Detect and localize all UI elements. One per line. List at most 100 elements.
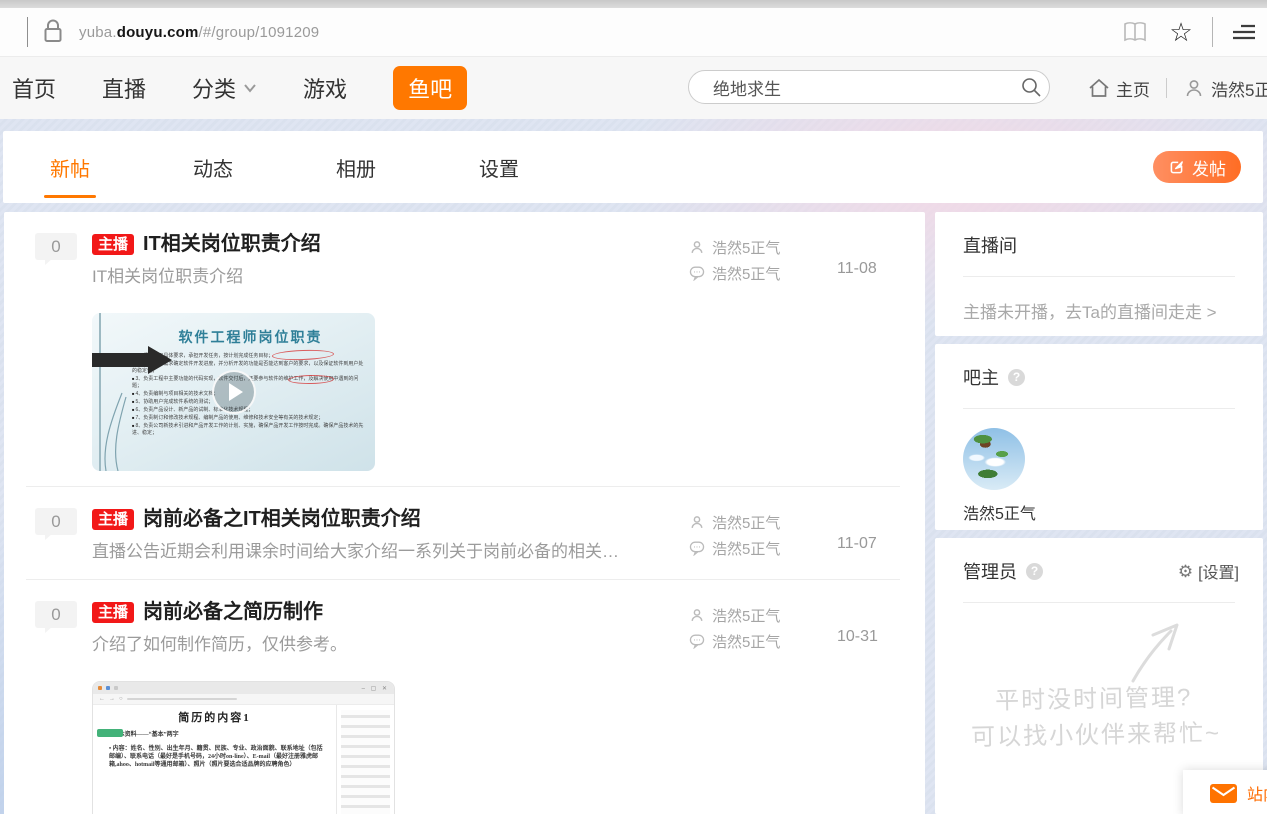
bar-owner-title: 吧主 bbox=[963, 364, 999, 390]
admin-empty-text: 平时没时间管理? bbox=[995, 677, 1193, 715]
admin-title: 管理员 bbox=[963, 558, 1017, 584]
nav-item-yuba-label: 鱼吧 bbox=[408, 72, 452, 104]
url-subdomain: yuba. bbox=[79, 24, 117, 41]
tab-new-posts[interactable]: 新帖 bbox=[50, 145, 90, 190]
slide-bullet: 6、负责产品设计、新产品的试制、标准化技术规程； bbox=[132, 406, 367, 414]
url-domain: douyu.com bbox=[117, 24, 199, 41]
thumb-browser-addressbar: ←→○ bbox=[93, 694, 394, 705]
post-video-thumbnail[interactable]: 软件工程师岗位职责 1、根据项目具体要求，承担开发任务，按计划完成任务目标； 2… bbox=[92, 313, 375, 471]
live-badge: 主播 bbox=[92, 234, 134, 255]
favorites-star-icon[interactable]: ☆ bbox=[1166, 17, 1196, 47]
comment-icon bbox=[689, 633, 705, 649]
nav-item-games[interactable]: 游戏 bbox=[303, 72, 347, 104]
live-room-title: 直播间 bbox=[963, 232, 1235, 258]
create-post-label: 发帖 bbox=[1192, 155, 1226, 180]
lock-icon[interactable] bbox=[41, 17, 65, 47]
author-icon bbox=[689, 514, 705, 530]
post-date: 10-31 bbox=[837, 599, 925, 646]
slide-decoration bbox=[92, 313, 142, 471]
address-bar[interactable]: yuba.douyu.com/#/group/1091209 ☆ bbox=[0, 8, 1267, 57]
reading-list-icon[interactable] bbox=[1120, 17, 1150, 47]
home-icon[interactable] bbox=[1088, 77, 1110, 99]
reply-count-bubble: 0 bbox=[35, 233, 77, 260]
search-input[interactable] bbox=[689, 77, 1013, 97]
thumb-doc-title: 简历的内容1 bbox=[101, 709, 328, 725]
post-author[interactable]: 浩然5正气 bbox=[712, 605, 780, 626]
last-replier[interactable]: 浩然5正气 bbox=[712, 538, 780, 559]
chevron-down-icon bbox=[243, 83, 257, 93]
reply-count-bubble: 0 bbox=[35, 508, 77, 535]
play-button-icon[interactable] bbox=[212, 370, 256, 414]
thumb-doc-line: • 基本资料——“基本”两字 bbox=[109, 731, 328, 739]
url-text: yuba.douyu.com/#/group/1091209 bbox=[79, 24, 319, 41]
post-excerpt: 直播公告近期会利用课余时间给大家介绍一系列关于岗前必备的相关… bbox=[92, 540, 652, 564]
post-date: 11-07 bbox=[837, 506, 925, 553]
thumb-document: 简历的内容1 • 基本资料——“基本”两字 • 内容：姓名、性别、出生年月、籍贯… bbox=[93, 705, 336, 814]
slide-title: 软件工程师岗位职责 bbox=[126, 327, 375, 347]
search-box bbox=[688, 70, 1050, 104]
thumb-favicon bbox=[114, 686, 118, 690]
owner-name[interactable]: 浩然5正气 bbox=[963, 500, 1235, 524]
nav-item-home[interactable]: 首页 bbox=[12, 72, 56, 104]
tab-feed[interactable]: 动态 bbox=[193, 145, 233, 190]
nav-item-games-label: 游戏 bbox=[303, 72, 347, 104]
owner-avatar[interactable] bbox=[963, 428, 1025, 490]
url-path: /#/group/1091209 bbox=[199, 24, 320, 41]
live-room-link[interactable]: 主播未开播，去Ta的直播间走走 > bbox=[963, 298, 1235, 323]
menu-icon[interactable] bbox=[1229, 17, 1259, 47]
thumb-browser-titlebar: – ▢ ✕ bbox=[93, 682, 394, 694]
nav-user-area: 主页 浩然5正气 bbox=[1088, 57, 1267, 119]
live-badge: 主播 bbox=[92, 509, 134, 530]
site-message-widget[interactable]: 站内 bbox=[1183, 770, 1267, 814]
post-excerpt: 介绍了如何制作简历，仅供参考。 bbox=[92, 633, 652, 657]
post-title[interactable]: 岗前必备之IT相关岗位职责介绍 bbox=[143, 506, 421, 532]
thumb-doc-line: • 内容：姓名、性别、出生年月、籍贯、民族、专业、政治面貌、联系地址（包括邮编）… bbox=[109, 745, 328, 769]
tab-album[interactable]: 相册 bbox=[336, 145, 376, 190]
screen: yuba.douyu.com/#/group/1091209 ☆ 首页 直播 分… bbox=[0, 0, 1267, 814]
post-row: 0 主播 岗前必备之简历制作 介绍了如何制作简历，仅供参考。 – ▢ ✕ ←→○ bbox=[4, 580, 925, 814]
help-icon[interactable]: ? bbox=[1026, 563, 1043, 580]
username-link[interactable]: 浩然5正气 bbox=[1211, 76, 1267, 101]
nav-item-home-label: 首页 bbox=[12, 72, 56, 104]
site-nav: 首页 直播 分类 游戏 鱼吧 主页 浩然5正气 bbox=[0, 57, 1267, 119]
live-badge: 主播 bbox=[92, 602, 134, 623]
nav-item-category[interactable]: 分类 bbox=[192, 72, 257, 104]
comment-icon bbox=[689, 265, 705, 281]
last-replier[interactable]: 浩然5正气 bbox=[712, 263, 780, 284]
post-row: 0 主播 IT相关岗位职责介绍 IT相关岗位职责介绍 软件工程师岗位职责 1、根… bbox=[4, 212, 925, 486]
user-icon[interactable] bbox=[1183, 77, 1205, 99]
post-title[interactable]: IT相关岗位职责介绍 bbox=[143, 231, 321, 257]
admin-empty-text: 可以找小伙伴来帮忙~ bbox=[971, 713, 1222, 752]
author-icon bbox=[689, 239, 705, 255]
post-image-thumbnail[interactable]: – ▢ ✕ ←→○ 简历的内容1 • 基本资料——“基本”两字 • 内容：姓名、… bbox=[92, 681, 395, 814]
tab-settings[interactable]: 设置 bbox=[479, 145, 519, 190]
post-title[interactable]: 岗前必备之简历制作 bbox=[143, 599, 323, 625]
address-bar-divider bbox=[27, 17, 28, 47]
envelope-icon bbox=[1210, 784, 1237, 803]
post-author[interactable]: 浩然5正气 bbox=[712, 237, 780, 258]
help-icon[interactable]: ? bbox=[1008, 369, 1025, 386]
post-row: 0 主播 岗前必备之IT相关岗位职责介绍 直播公告近期会利用课余时间给大家介绍一… bbox=[4, 487, 925, 579]
admin-empty-state: 平时没时间管理? 可以找小伙伴来帮忙~ bbox=[963, 603, 1235, 783]
compose-icon bbox=[1168, 159, 1185, 176]
nav-item-category-label: 分类 bbox=[192, 72, 236, 104]
nav-item-yuba[interactable]: 鱼吧 bbox=[393, 66, 467, 110]
home-link[interactable]: 主页 bbox=[1116, 76, 1150, 101]
post-excerpt: IT相关岗位职责介绍 bbox=[92, 265, 652, 289]
nav-item-live[interactable]: 直播 bbox=[102, 72, 146, 104]
search-icon[interactable] bbox=[1013, 70, 1049, 104]
card-divider bbox=[963, 276, 1235, 277]
thumb-favicon bbox=[98, 686, 102, 690]
admin-settings-button[interactable]: ⚙ [设置] bbox=[1178, 559, 1239, 583]
tab-bar: 新帖 动态 相册 设置 发帖 bbox=[3, 131, 1263, 203]
reply-count-bubble: 0 bbox=[35, 601, 77, 628]
last-replier[interactable]: 浩然5正气 bbox=[712, 631, 780, 652]
bar-owner-card: 吧主 ? 浩然5正气 bbox=[935, 344, 1263, 530]
chrome-divider bbox=[1212, 17, 1213, 47]
window-title-strip bbox=[0, 0, 1267, 8]
slide-bullet: 7、负责制订和修改技术规程、编制产品的使用、维修和技术安全等有关的技术规定； bbox=[132, 414, 367, 422]
post-author[interactable]: 浩然5正气 bbox=[712, 512, 780, 533]
thumb-green-badge bbox=[97, 729, 123, 737]
thumb-favicon bbox=[106, 686, 110, 690]
create-post-button[interactable]: 发帖 bbox=[1153, 151, 1241, 183]
